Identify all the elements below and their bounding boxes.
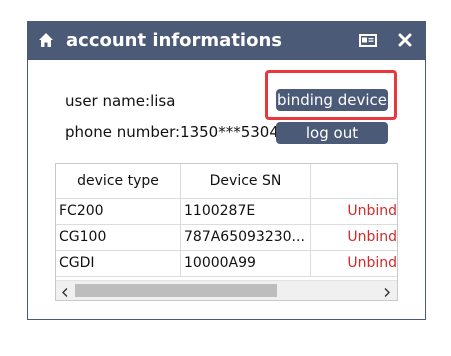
device-type-cell: CGDI: [56, 251, 181, 276]
log-out-button[interactable]: log out: [276, 122, 388, 144]
title-bar: account informations: [28, 22, 425, 60]
chevron-left-icon[interactable]: [60, 285, 70, 297]
column-header-device-type[interactable]: device type: [56, 164, 181, 198]
device-sn-cell: 1100287E: [181, 199, 311, 224]
scrollbar-thumb[interactable]: [75, 284, 277, 297]
highlight-box: [265, 70, 397, 120]
account-info-window: account informations user name:lisa phon…: [27, 21, 426, 320]
horizontal-scrollbar[interactable]: [56, 280, 397, 300]
phone-number-label: phone number:1350***5304: [65, 123, 279, 141]
table-row[interactable]: CGDI 10000A99 Unbind: [56, 251, 397, 277]
device-type-cell: CG100: [56, 225, 181, 250]
unbind-link[interactable]: Unbind: [311, 199, 397, 224]
table-row[interactable]: FC200 1100287E Unbind: [56, 199, 397, 225]
column-header-device-sn[interactable]: Device SN: [181, 164, 311, 198]
device-type-cell: FC200: [56, 199, 181, 224]
unbind-link[interactable]: Unbind: [311, 225, 397, 250]
table-header: device type Device SN: [56, 164, 397, 199]
table-row[interactable]: CG100 787A65093230... Unbind: [56, 225, 397, 251]
unbind-link[interactable]: Unbind: [311, 251, 397, 276]
id-card-icon[interactable]: [359, 34, 377, 47]
window-title: account informations: [66, 30, 282, 51]
home-icon: [38, 32, 54, 48]
column-header-action: [311, 164, 397, 198]
user-name-label: user name:lisa: [65, 92, 176, 110]
chevron-right-icon[interactable]: [382, 285, 392, 297]
device-sn-cell: 10000A99: [181, 251, 311, 276]
device-sn-cell: 787A65093230...: [181, 225, 311, 250]
close-icon[interactable]: [398, 33, 412, 47]
device-table: device type Device SN FC200 1100287E Unb…: [55, 163, 398, 301]
